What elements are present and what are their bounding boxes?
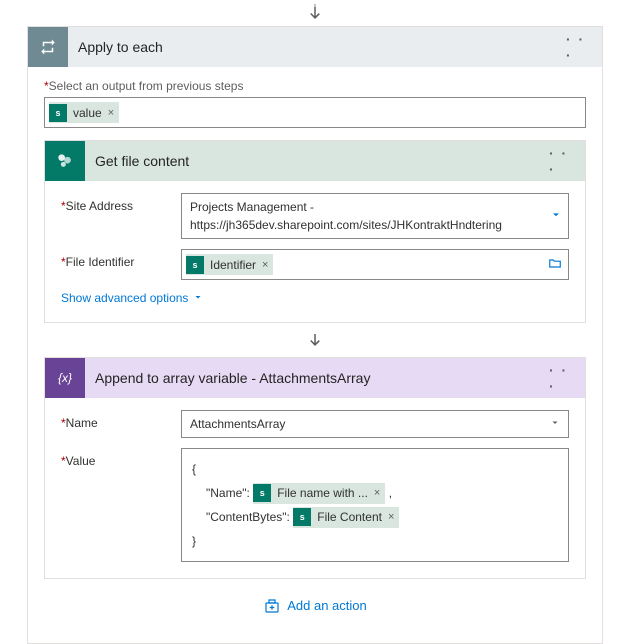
chevron-down-icon	[192, 291, 204, 306]
filename-token[interactable]: s File name with ... ×	[253, 483, 385, 504]
apply-to-each-menu[interactable]: · · ·	[566, 31, 594, 63]
variable-icon: {x}	[45, 358, 85, 398]
sharepoint-token-icon: s	[49, 104, 67, 122]
chevron-down-icon[interactable]	[549, 208, 563, 225]
token-remove[interactable]: ×	[262, 259, 273, 271]
apply-to-each-card: Apply to each · · · *Select an output fr…	[27, 26, 603, 644]
file-identifier-input[interactable]: s Identifier ×	[181, 249, 569, 280]
select-output-input[interactable]: s value ×	[44, 97, 586, 128]
token-remove[interactable]: ×	[108, 107, 119, 119]
value-label: *Value	[61, 448, 181, 562]
token-remove[interactable]: ×	[388, 506, 399, 528]
filecontent-token[interactable]: s File Content ×	[293, 507, 399, 528]
sharepoint-token-icon: s	[186, 256, 204, 274]
get-file-content-menu[interactable]: · · ·	[549, 145, 577, 177]
chevron-down-icon[interactable]	[549, 416, 561, 431]
site-address-label: *Site Address	[61, 193, 181, 239]
site-address-input[interactable]: Projects Management - https://jh365dev.s…	[181, 193, 569, 239]
append-array-header[interactable]: {x} Append to array variable - Attachmen…	[45, 358, 585, 398]
sharepoint-token-icon: s	[293, 508, 311, 526]
add-action-button[interactable]: Add an action	[263, 597, 367, 615]
sharepoint-token-icon: s	[253, 484, 271, 502]
name-dropdown[interactable]: AttachmentsArray	[181, 410, 569, 438]
file-identifier-label: *File Identifier	[61, 249, 181, 280]
get-file-content-card: Get file content · · · *Site Address Pro…	[44, 140, 586, 323]
value-token[interactable]: s value ×	[49, 102, 119, 123]
select-output-label: *Select an output from previous steps	[44, 79, 586, 93]
apply-to-each-title: Apply to each	[68, 39, 566, 55]
apply-to-each-body: *Select an output from previous steps s …	[28, 67, 602, 643]
sharepoint-icon	[45, 141, 85, 181]
token-remove[interactable]: ×	[374, 482, 385, 504]
append-array-card: {x} Append to array variable - Attachmen…	[44, 357, 586, 579]
append-array-menu[interactable]: · · ·	[549, 362, 577, 394]
add-action-area: Add an action	[44, 579, 586, 627]
arrow-down-icon	[44, 331, 586, 349]
apply-to-each-header[interactable]: Apply to each · · ·	[28, 27, 602, 67]
append-array-title: Append to array variable - AttachmentsAr…	[85, 370, 549, 386]
folder-picker-icon[interactable]	[547, 256, 563, 273]
value-input[interactable]: { "Name": s File name with ... × ,	[181, 448, 569, 562]
get-file-content-header[interactable]: Get file content · · ·	[45, 141, 585, 181]
show-advanced-options-link[interactable]: Show advanced options	[61, 291, 204, 306]
get-file-content-title: Get file content	[85, 153, 549, 169]
name-label: *Name	[61, 410, 181, 438]
get-file-content-body: *Site Address Projects Management - http…	[45, 181, 585, 322]
append-array-body: *Name AttachmentsArray *Value {	[45, 398, 585, 578]
identifier-token[interactable]: s Identifier ×	[186, 254, 273, 275]
loop-icon	[28, 27, 68, 67]
